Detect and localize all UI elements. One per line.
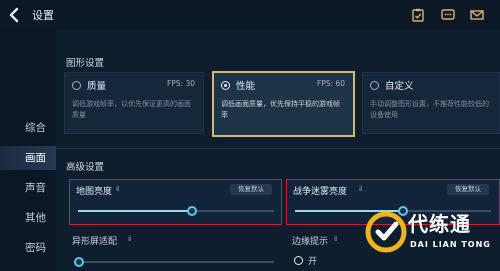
radio-button — [370, 81, 379, 90]
sidebar-item-other[interactable]: 其他 — [0, 206, 56, 230]
mode-card-quality[interactable]: 质量 FPS: 30 调低游戏帧率，以优先保证更高的画面质量 — [64, 72, 204, 134]
info-icon[interactable]: ⅱ — [116, 185, 119, 193]
top-bar: 设置 — [0, 0, 500, 30]
sidebar-item-label: 综合 — [25, 122, 46, 134]
chat-icon[interactable] — [441, 7, 455, 21]
mode-name: 性能 — [236, 81, 256, 92]
watermark-brand: 代练通 — [408, 212, 471, 236]
sidebar-item-password[interactable]: 密码 — [0, 236, 56, 260]
edge-hint-on-label: 开 — [308, 257, 318, 267]
slider-track[interactable] — [78, 206, 274, 216]
section-divider — [56, 148, 500, 149]
settings-sidebar: 综合 画面 声音 其他 密码 — [0, 30, 56, 271]
mode-fps: FPS: 60 — [316, 79, 345, 88]
task-checklist-icon[interactable] — [411, 7, 425, 22]
mode-description: 调低画面质量，优先保持平稳的游戏帧率 — [221, 100, 340, 119]
info-icon[interactable]: ⅱ — [334, 235, 337, 243]
mail-icon[interactable] — [470, 7, 484, 21]
back-arrow-icon — [9, 7, 19, 23]
special-screen-label: 异形屏适配 — [72, 237, 118, 247]
settings-screen: 设置 综合 画面 声音 其他 密码 图形设置 质量 FPS: 30 调低游戏帧率… — [0, 0, 500, 271]
reset-default-button[interactable]: 恢复默认 — [230, 184, 272, 195]
mode-name: 自定义 — [385, 81, 414, 92]
edge-hint-label: 边缘提示 — [292, 237, 329, 247]
slider-knob[interactable] — [74, 257, 84, 267]
reset-default-button[interactable]: 恢复默认 — [447, 184, 489, 195]
slider-fill — [78, 210, 192, 212]
advanced-section-title: 高级设置 — [66, 162, 105, 173]
page-title: 设置 — [32, 9, 54, 22]
edge-hint-on-radio[interactable] — [294, 256, 303, 265]
watermark: 代练通 DAI LIAN TONG — [356, 200, 500, 271]
graphics-section-title: 图形设置 — [66, 58, 105, 69]
brand-logo-icon — [365, 211, 407, 253]
sidebar-item-sound[interactable]: 声音 — [0, 176, 56, 200]
radio-button-selected — [221, 81, 230, 90]
mode-description: 手动调整图形设置，不推荐性能较低的设备使用 — [370, 100, 489, 119]
sidebar-item-label: 密码 — [25, 242, 46, 254]
mode-card-performance[interactable]: 性能 FPS: 60 调低画面质量，优先保持平稳的游戏帧率 — [212, 71, 355, 137]
mode-description: 调低游戏帧率，以优先保证更高的画面质量 — [72, 100, 191, 119]
slider-knob[interactable] — [187, 206, 197, 216]
sidebar-item-graphics[interactable]: 画面 — [0, 146, 56, 170]
mode-card-custom[interactable]: 自定义 手动调整图形设置，不推荐性能较低的设备使用 — [362, 72, 500, 134]
setting-label: 地图亮度 — [76, 187, 113, 197]
mode-fps: FPS: 30 — [166, 79, 195, 88]
back-button[interactable] — [6, 6, 24, 24]
info-icon[interactable]: ⅱ — [128, 235, 131, 243]
special-screen-slider-track[interactable] — [74, 257, 274, 267]
map-brightness-setting: 地图亮度 ⅱ 恢复默认 — [69, 179, 282, 225]
info-icon[interactable]: ⅱ — [359, 185, 362, 193]
radio-button — [72, 81, 81, 90]
sidebar-item-label: 其他 — [25, 212, 46, 224]
watermark-subtitle: DAI LIAN TONG — [410, 240, 491, 249]
sidebar-item-label: 声音 — [25, 182, 46, 194]
setting-label: 战争迷雾亮度 — [293, 187, 348, 197]
sidebar-item-label: 画面 — [25, 152, 46, 164]
mode-name: 质量 — [87, 81, 107, 92]
sidebar-item-general[interactable]: 综合 — [0, 116, 56, 140]
